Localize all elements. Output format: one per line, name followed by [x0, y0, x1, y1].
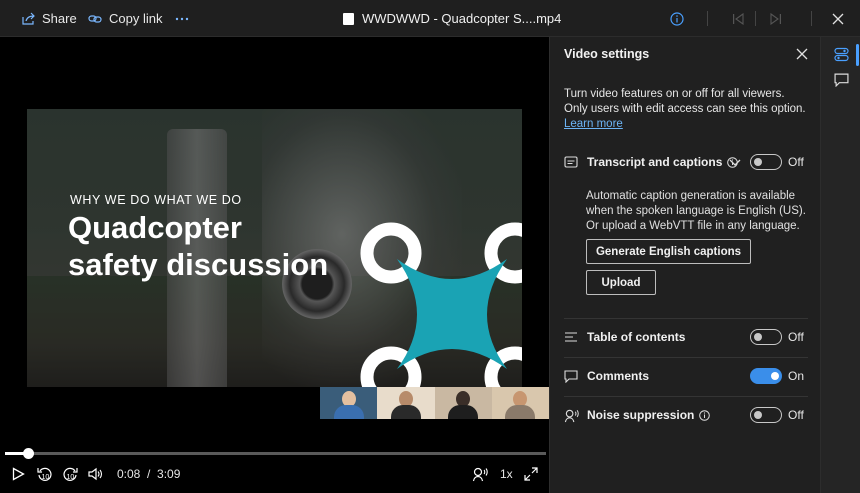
info-icon [670, 11, 684, 26]
learn-more-link[interactable]: Learn more [564, 118, 623, 130]
info-button[interactable] [670, 0, 684, 37]
rewind-icon: 10 [37, 467, 52, 481]
noise-suppression-state: Off [788, 408, 804, 422]
noise-suppression-control[interactable] [472, 464, 488, 484]
video-player[interactable]: WHY WE DO WHAT WE DO Quadcopter safety d… [0, 37, 549, 493]
ellipsis-icon [175, 17, 189, 20]
seek-bar[interactable] [5, 448, 546, 459]
participant-tile [320, 387, 378, 419]
share-label: Share [42, 11, 77, 26]
participant-tile [434, 387, 492, 419]
playback-speed-button[interactable]: 1x [500, 467, 513, 481]
noise-suppression-toggle[interactable] [750, 407, 782, 423]
divider [564, 396, 808, 397]
close-icon [832, 13, 844, 24]
settings-sliders-icon [834, 47, 849, 62]
toc-toggle[interactable] [750, 329, 782, 345]
top-bar: Share Copy link WWDWWD - Quadcopter S...… [0, 0, 860, 37]
info-icon[interactable] [699, 409, 711, 421]
close-panel-button[interactable] [796, 47, 808, 65]
comment-icon [834, 73, 849, 88]
captions-icon [564, 156, 579, 168]
comments-toggle[interactable] [750, 368, 782, 384]
time-separator: / [147, 467, 151, 481]
panel-title: Video settings [564, 47, 650, 61]
close-viewer-button[interactable] [832, 0, 844, 37]
slide-headline-line1: Quadcopter [68, 210, 242, 245]
comments-state: On [788, 369, 805, 383]
list-icon [564, 331, 579, 343]
settings-rail-button[interactable] [834, 47, 849, 67]
chevron-down-icon[interactable] [729, 154, 741, 172]
slide-headline-line2: safety discussion [68, 247, 329, 282]
toc-state: Off [788, 330, 804, 344]
participant-tile [491, 387, 549, 419]
svg-text:10: 10 [42, 474, 50, 481]
voice-icon [472, 467, 488, 482]
comments-row: Comments On [564, 365, 808, 387]
toc-label: Table of contents [587, 330, 686, 344]
forward-10-button[interactable]: 10 [62, 464, 78, 484]
speaker-icon [88, 467, 103, 481]
share-button[interactable]: Share [21, 0, 77, 37]
fast-forward-icon: 10 [63, 467, 78, 481]
previous-file-button[interactable] [732, 0, 744, 37]
divider [707, 11, 708, 26]
more-options-button[interactable] [175, 0, 189, 37]
noise-suppression-label: Noise suppression [587, 408, 695, 422]
svg-text:10: 10 [67, 474, 75, 481]
generate-captions-button[interactable]: Generate English captions [586, 239, 751, 264]
expand-icon [524, 467, 538, 481]
rewind-10-button[interactable]: 10 [37, 464, 53, 484]
active-indicator [856, 44, 859, 66]
transcript-row: Transcript and captions Off [564, 151, 808, 173]
copy-link-button[interactable]: Copy link [88, 0, 162, 37]
comments-label: Comments [587, 369, 650, 383]
link-icon [88, 14, 102, 23]
next-file-button[interactable] [770, 0, 782, 37]
video-settings-panel: Video settings Turn video features on or… [549, 37, 820, 493]
transcript-label: Transcript and captions [587, 155, 723, 169]
slide-headline: Quadcopter safety discussion [68, 209, 328, 283]
noise-suppression-row: Noise suppression Off [564, 404, 808, 426]
volume-button[interactable] [88, 464, 104, 484]
panel-description-text: Turn video features on or off for all vi… [564, 88, 806, 115]
divider [564, 318, 808, 319]
skip-next-icon [770, 12, 781, 25]
divider [564, 357, 808, 358]
playback-time: 0:08 / 3:09 [117, 467, 180, 481]
transcript-toggle[interactable] [750, 154, 782, 170]
seek-bar-thumb[interactable] [22, 448, 34, 459]
participant-tile [377, 387, 435, 419]
divider [811, 11, 812, 26]
upload-button[interactable]: Upload [586, 270, 656, 295]
participant-strip [320, 387, 549, 419]
file-icon [343, 12, 354, 25]
copy-link-label: Copy link [109, 11, 163, 26]
share-icon [22, 12, 35, 25]
transcript-details: Automatic caption generation is availabl… [586, 190, 806, 232]
divider [755, 11, 756, 26]
comments-rail-button[interactable] [834, 73, 849, 92]
current-time: 0:08 [117, 467, 141, 481]
voice-icon [564, 408, 579, 423]
duration: 3:09 [157, 467, 181, 481]
fullscreen-button[interactable] [524, 464, 538, 484]
video-frame[interactable]: WHY WE DO WHAT WE DO Quadcopter safety d… [27, 109, 522, 387]
transcript-state: Off [788, 155, 804, 169]
file-title-text: WWDWWD - Quadcopter S....mp4 [362, 11, 562, 26]
toc-row: Table of contents Off [564, 326, 808, 348]
panel-description: Turn video features on or off for all vi… [564, 87, 808, 132]
comment-icon [564, 369, 579, 383]
skip-previous-icon [733, 12, 744, 25]
file-title: WWDWWD - Quadcopter S....mp4 [343, 0, 561, 37]
quadcopter-logo-icon [360, 222, 522, 387]
close-icon [796, 48, 808, 60]
slide-kicker: WHY WE DO WHAT WE DO [70, 193, 242, 207]
right-rail [820, 37, 860, 493]
play-icon [12, 467, 25, 481]
play-button[interactable] [12, 464, 25, 484]
